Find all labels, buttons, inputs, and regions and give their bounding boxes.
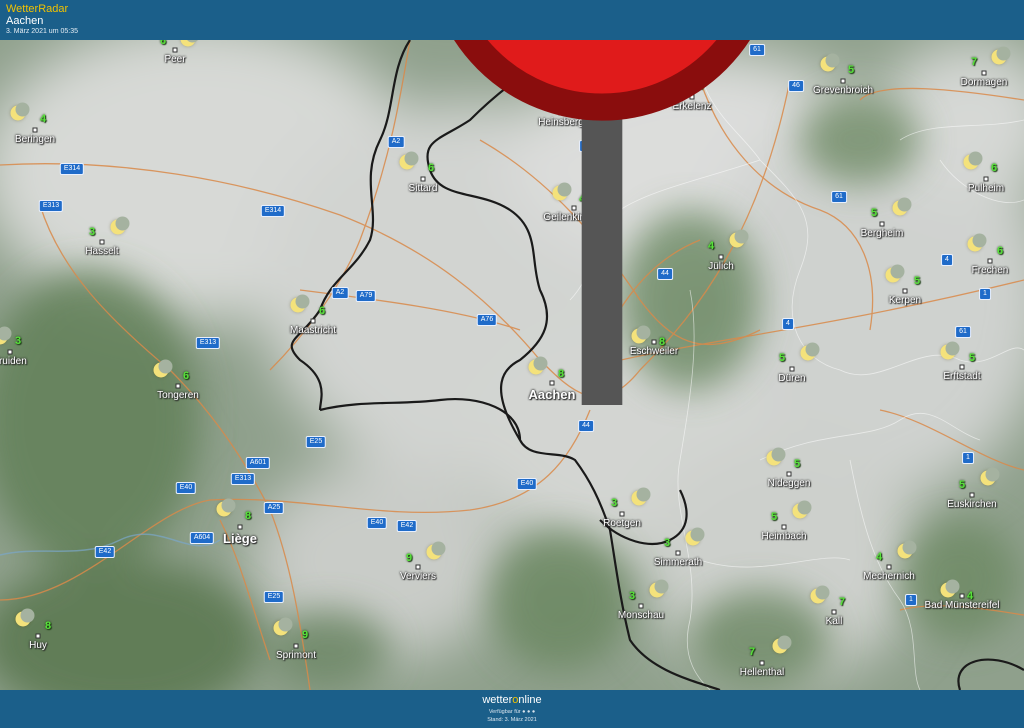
moon-icon [980, 467, 1000, 486]
city-label-huy[interactable]: Huy [29, 640, 47, 651]
road-shield-e314-w: E314 [59, 163, 85, 175]
temperature-sprimont: 9 [301, 629, 309, 641]
city-marker-liege[interactable] [237, 524, 243, 530]
temperature-simmerath: 3 [663, 537, 671, 549]
location-name: Aachen [6, 15, 44, 27]
temperature-euskirchen: 5 [958, 479, 966, 491]
moon-icon [792, 500, 812, 519]
city-marker-roetgen[interactable] [619, 511, 625, 517]
moon-icon [897, 540, 917, 559]
road-shield-a604: A604 [189, 532, 215, 544]
city-marker-truiden[interactable] [7, 349, 13, 355]
road-shield-a44-s: 44 [578, 420, 594, 432]
city-label-monschau[interactable]: Monschau [618, 610, 664, 621]
moon-icon [649, 579, 669, 598]
city-label-hellenthal[interactable]: Hellenthal [740, 667, 784, 678]
temperature-liege: 8 [244, 510, 252, 522]
city-label-liege[interactable]: Liège [223, 531, 257, 546]
temperature-kall: 7 [838, 596, 846, 608]
moon-icon [15, 608, 35, 627]
city-label-nideggen[interactable]: Nideggen [768, 478, 811, 489]
temperature-heimbach: 5 [770, 511, 778, 523]
city-label-badmuenstereifel[interactable]: Bad Münstereifel [924, 600, 999, 611]
moon-icon [810, 585, 830, 604]
moon-icon [426, 541, 446, 560]
road-shield-a601: A601 [245, 457, 271, 469]
app-brand: WetterRadar [6, 3, 69, 15]
city-label-truiden[interactable]: Truiden [0, 356, 27, 367]
road-shield-e42-w: E42 [94, 546, 116, 558]
road-shield-a1-s: 1 [962, 452, 974, 464]
temperature-roetgen: 3 [610, 497, 618, 509]
moon-icon [631, 487, 651, 506]
footer-bar: wetteronline Verfügbar für ● ● ● Stand: … [0, 690, 1024, 728]
footer-available: Verfügbar für ● ● ● [488, 709, 536, 715]
location-pin-icon[interactable] [90, 40, 1024, 405]
temperature-huy: 8 [44, 620, 52, 632]
wetteronline-logo[interactable]: wetteronline [0, 694, 1024, 706]
road-shield-a25: A25 [263, 502, 285, 514]
moon-icon [766, 447, 786, 466]
road-shield-e25-n: E25 [305, 436, 327, 448]
radar-map[interactable]: 6146A246E314E313E31461444A2A79A761461E31… [0, 40, 1024, 690]
road-shield-a1-sw: 1 [905, 594, 917, 606]
city-marker-hellenthal[interactable] [759, 660, 765, 666]
city-marker-heimbach[interactable] [781, 524, 787, 530]
road-shield-e42-c: E42 [396, 520, 418, 532]
city-marker-badmuenstereifel[interactable] [959, 593, 965, 599]
city-label-verviers[interactable]: Verviers [400, 571, 436, 582]
city-label-kall[interactable]: Kall [826, 616, 843, 627]
city-marker-verviers[interactable] [415, 564, 421, 570]
city-label-beringen[interactable]: Beringen [15, 134, 55, 145]
temperature-truiden: 3 [14, 335, 22, 347]
road-shield-e40-w: E40 [175, 482, 197, 494]
city-marker-kall[interactable] [831, 609, 837, 615]
temperature-verviers: 9 [405, 552, 413, 564]
moon-icon [772, 635, 792, 654]
city-label-heimbach[interactable]: Heimbach [761, 531, 806, 542]
temperature-monschau: 3 [628, 590, 636, 602]
road-shield-e40-l: E40 [366, 517, 388, 529]
city-label-roetgen[interactable]: Roetgen [603, 518, 641, 529]
footer-status: Stand: 3. März 2021 [487, 717, 537, 723]
road-shield-e40-c: E40 [516, 478, 538, 490]
temperature-mechernich: 4 [875, 551, 883, 563]
temperature-hellenthal: 7 [748, 646, 756, 658]
city-marker-sprimont[interactable] [293, 643, 299, 649]
city-marker-huy[interactable] [35, 633, 41, 639]
moon-icon [10, 102, 30, 121]
temperature-badmuenstereifel: 4 [966, 590, 974, 602]
city-marker-nideggen[interactable] [786, 471, 792, 477]
moon-icon [273, 617, 293, 636]
timestamp: 3. März 2021 um 05:35 [6, 28, 78, 35]
temperature-nideggen: 5 [793, 458, 801, 470]
city-marker-beringen[interactable] [32, 127, 38, 133]
moon-icon [216, 498, 236, 517]
city-label-sprimont[interactable]: Sprimont [276, 650, 316, 661]
city-label-simmerath[interactable]: Simmerath [654, 557, 702, 568]
city-marker-simmerath[interactable] [675, 550, 681, 556]
city-marker-euskirchen[interactable] [969, 492, 975, 498]
city-marker-mechernich[interactable] [886, 564, 892, 570]
city-marker-monschau[interactable] [638, 603, 644, 609]
temperature-beringen: 4 [39, 113, 47, 125]
road-shield-e313-w: E313 [38, 200, 64, 212]
header-bar: WetterRadar Aachen 3. März 2021 um 05:35 [0, 0, 1024, 40]
city-label-mechernich[interactable]: Mechernich [863, 571, 915, 582]
moon-icon [685, 527, 705, 546]
moon-icon [940, 579, 960, 598]
road-shield-e25-s: E25 [263, 591, 285, 603]
road-shield-e313-l: E313 [230, 473, 256, 485]
city-label-euskirchen[interactable]: Euskirchen [947, 499, 996, 510]
